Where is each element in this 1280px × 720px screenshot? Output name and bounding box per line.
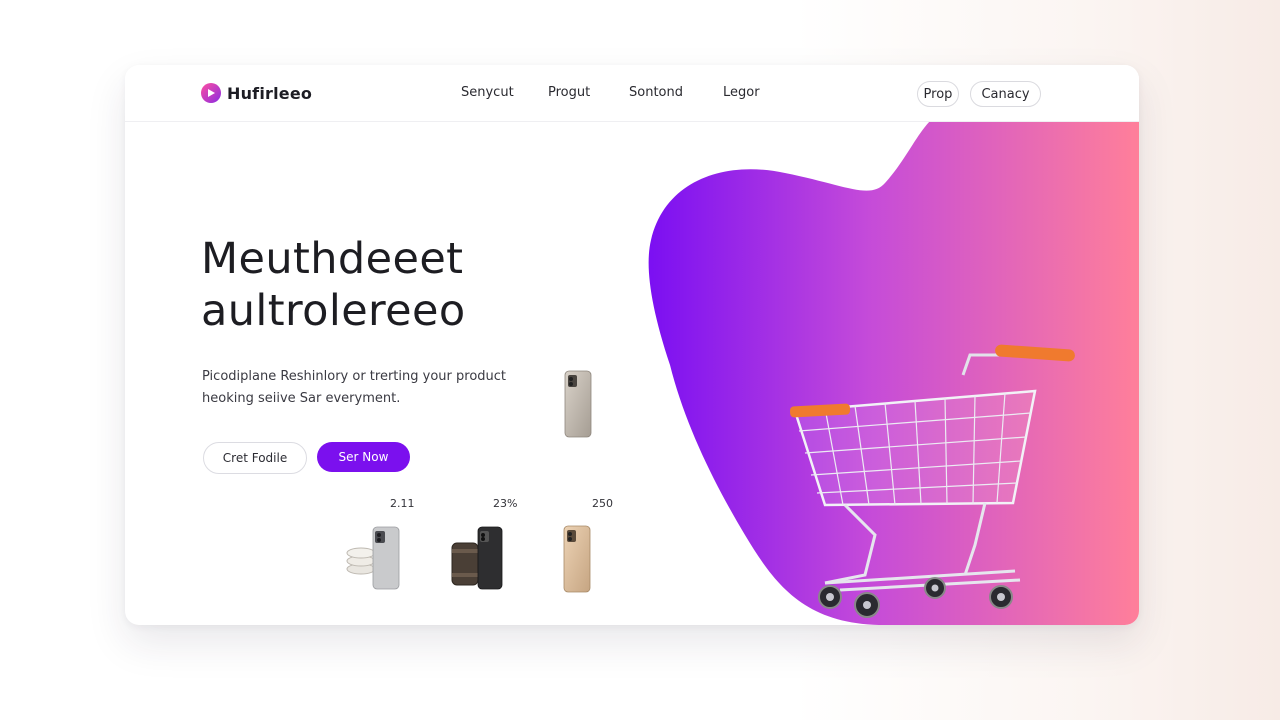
shopping-cart-icon bbox=[789, 344, 1075, 618]
nav-item-3[interactable]: Sontond bbox=[629, 85, 683, 100]
top-navigation-bar: Hufirleeo Senycut Progut Sontond Legor P… bbox=[125, 65, 1139, 122]
brand-logo[interactable]: Hufirleeo bbox=[201, 81, 312, 105]
header-pill-button-prop[interactable]: Prop bbox=[917, 81, 959, 107]
nav-item-1[interactable]: Senycut bbox=[461, 85, 514, 100]
brand-name: Hufirleeo bbox=[227, 83, 313, 103]
nav-item-4[interactable]: Legor bbox=[723, 85, 760, 100]
nav-item-2[interactable]: Progut bbox=[548, 85, 590, 100]
landing-page-card: Hufirleeo Senycut Progut Sontond Legor P… bbox=[125, 65, 1139, 625]
header-pill-button-canacy[interactable]: Canacy bbox=[970, 81, 1041, 107]
brand-logo-icon bbox=[201, 83, 221, 103]
